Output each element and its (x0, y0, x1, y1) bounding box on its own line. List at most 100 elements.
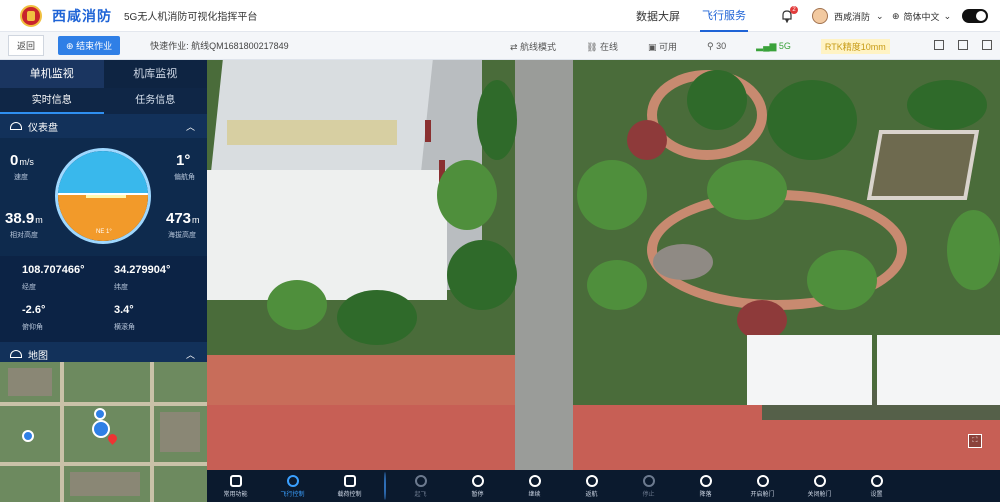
pause-button[interactable]: 暂停 (449, 470, 506, 502)
available-status: ▣ 可用 (648, 41, 678, 52)
pitch-label: 俯仰角 (22, 324, 43, 331)
gear-icon (870, 474, 883, 487)
globe-icon: ⊕ (892, 11, 900, 21)
tab-hangar-monitor[interactable]: 机库监视 (103, 60, 207, 88)
nav-data-screen[interactable]: 数据大屏 (636, 8, 680, 24)
flight-control-bar: 常用功能 飞行控制 载荷控制 起飞 暂停 继续 返航 停止 降落 开启舱门 关闭… (207, 470, 1000, 502)
avatar (812, 8, 828, 24)
online-status: ⛓ 在线 (586, 41, 619, 52)
dashboard-header[interactable]: 仪表盘 ︿ (0, 114, 207, 138)
open-hatch-button[interactable]: 开启舱门 (734, 470, 791, 502)
chevron-down-icon: ⌄ (876, 10, 884, 21)
drone-status-bar: ⇄ 航线模式 ⛓ 在线 ▣ 可用 ⚲ 30 ▂▄▆ 5G RTK精度10mm (510, 32, 890, 60)
waypoint-icon[interactable] (94, 408, 106, 420)
platform-subtitle: 5G无人机消防可视化指挥平台 (124, 12, 258, 23)
chevron-up-icon: ︿ (185, 122, 195, 132)
common-functions-button[interactable]: 常用功能 (207, 470, 264, 502)
route-mode-status: ⇄ 航线模式 (510, 41, 557, 52)
land-button[interactable]: 降落 (677, 470, 734, 502)
stop-icon (642, 474, 655, 487)
common-functions-icon (229, 474, 242, 487)
payload-control-button[interactable]: 载荷控制 (321, 470, 378, 502)
tab-task-info[interactable]: 任务信息 (104, 88, 208, 114)
yaw-label: 偏航角 (174, 174, 195, 181)
available-label: 可用 (659, 41, 678, 52)
drone-video-feed[interactable]: ⛶ (207, 60, 1000, 470)
user-name: 西咸消防 (834, 11, 871, 22)
user-menu[interactable]: 西咸消防 ⌄ (812, 8, 884, 24)
tab-realtime-info[interactable]: 实时信息 (0, 88, 104, 114)
settings-label: 设置 (870, 491, 883, 498)
takeoff-button[interactable]: 起飞 (392, 470, 449, 502)
open-hatch-label: 开启舱门 (750, 491, 775, 498)
pause-label: 暂停 (471, 491, 484, 498)
close-hatch-button[interactable]: 关闭舱门 (791, 470, 848, 502)
return-home-button[interactable]: 返航 (563, 470, 620, 502)
return-home-icon (585, 474, 598, 487)
fullscreen-icon[interactable]: ⛶ (968, 434, 982, 448)
gauge-icon (10, 122, 22, 130)
attitude-indicator: NE 1° (55, 148, 151, 244)
return-home-label: 返航 (585, 491, 598, 498)
layout-toggles (934, 40, 992, 50)
home-point-icon[interactable] (22, 430, 34, 442)
fire-emblem-logo (20, 4, 42, 27)
stop-button[interactable]: 停止 (620, 470, 677, 502)
pitch-value: -2.6° (22, 304, 46, 316)
absolute-altitude-value: 473m (166, 210, 200, 227)
flight-control-label: 飞行控制 (280, 491, 305, 498)
speed-label: 速度 (14, 174, 28, 181)
resume-label: 继续 (528, 491, 541, 498)
heading-readout: NE 1° (96, 229, 112, 235)
play-icon (528, 474, 541, 487)
resume-button[interactable]: 继续 (506, 470, 563, 502)
brand-name: 西咸消防 (52, 7, 112, 24)
takeoff-icon (414, 474, 427, 487)
left-monitor-panel: 单机监视 机库监视 实时信息 任务信息 仪表盘 ︿ 0m/s 速度 1° 偏航角… (0, 60, 207, 502)
yaw-value: 1° (176, 152, 191, 169)
close-hatch-icon (813, 474, 826, 487)
latitude-label: 纬度 (114, 284, 128, 291)
rtk-status: RTK精度10mm (820, 38, 890, 54)
info-tabs: 实时信息 任务信息 (0, 88, 207, 114)
nav-flight-service[interactable]: 飞行服务 (700, 0, 748, 32)
language-selector[interactable]: ⊕ 简体中文 ⌄ (892, 10, 951, 23)
top-nav: 数据大屏 飞行服务 (636, 0, 748, 32)
back-button[interactable]: 返回 (8, 35, 45, 56)
satellite-count-label: 30 (716, 40, 727, 51)
land-label: 降落 (699, 491, 712, 498)
end-task-button[interactable]: ⊕ 结束作业 (58, 36, 121, 55)
grid-view-icon[interactable] (958, 40, 968, 50)
satellite-count: ⚲ 30 (707, 40, 727, 51)
absolute-altitude-label: 海拔高度 (168, 232, 196, 239)
settings-button[interactable]: 设置 (848, 470, 905, 502)
position-info: 108.707466° 经度 34.279904° 纬度 -2.6° 俯仰角 3… (0, 256, 207, 342)
garden-plaza (653, 244, 713, 280)
signal-label: 5G (778, 40, 791, 51)
speed-value: 0m/s (10, 152, 34, 169)
dashboard-title: 仪表盘 (28, 122, 58, 134)
drone-icon (286, 474, 299, 487)
bell-icon[interactable]: 2 (780, 6, 798, 24)
chevron-down-icon: ⌄ (943, 11, 952, 21)
pond (866, 130, 980, 200)
flight-control-button[interactable]: 飞行控制 (264, 470, 321, 502)
task-info: 快速作业: 航线QM1681800217849 (150, 41, 289, 51)
drone-position-icon[interactable] (92, 420, 110, 438)
chevron-up-icon: ︿ (185, 350, 195, 360)
list-view-icon[interactable] (934, 40, 944, 50)
open-hatch-icon (756, 474, 769, 487)
stop-label: 停止 (642, 491, 655, 498)
theme-toggle[interactable] (962, 9, 988, 23)
relative-altitude-value: 38.9m (5, 210, 43, 227)
gimbal-icon (343, 474, 356, 487)
pause-icon (471, 474, 484, 487)
tab-single-monitor[interactable]: 单机监视 (0, 60, 104, 88)
route-mode-label: 航线模式 (520, 41, 557, 52)
share-icon[interactable] (982, 40, 992, 50)
payload-control-label: 载荷控制 (337, 491, 362, 498)
map-title: 地图 (28, 350, 48, 362)
mini-map[interactable] (0, 362, 207, 502)
signal-status: ▂▄▆ 5G (756, 40, 791, 51)
longitude-value: 108.707466° (22, 264, 85, 276)
